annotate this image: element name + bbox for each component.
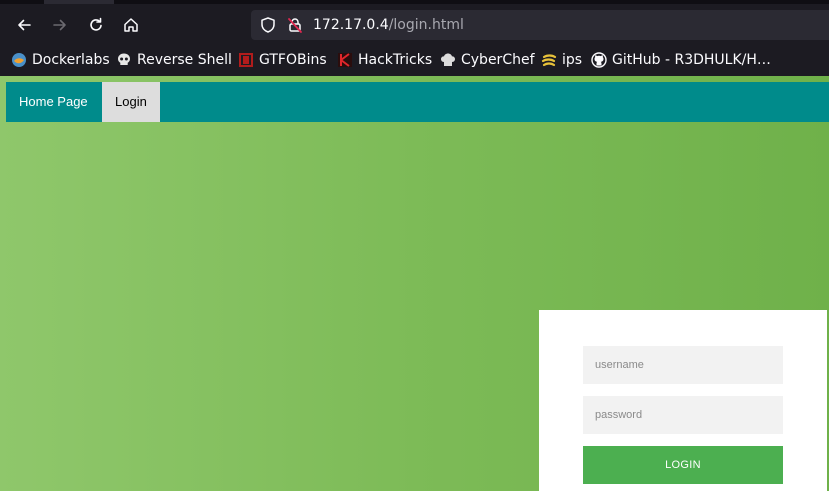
bookmarks-bar: Dockerlabs Reverse Shell GTFOBins HackTr…	[0, 44, 829, 76]
bookmark-label: GitHub - R3DHULK/H…	[612, 52, 771, 68]
ips-icon	[541, 52, 557, 68]
web-page: Home Page Login LOGIN	[0, 76, 829, 491]
nav-home-page[interactable]: Home Page	[6, 82, 102, 122]
reload-icon	[90, 17, 102, 31]
chef-hat-icon	[440, 52, 456, 68]
bookmark-label: HackTricks	[358, 52, 433, 68]
home-button[interactable]	[117, 12, 145, 38]
top-nav-bar: Home Page Login	[6, 82, 829, 122]
url-host: 172.17.0.4	[313, 17, 389, 33]
forward-button[interactable]	[46, 12, 74, 38]
login-button[interactable]: LOGIN	[583, 446, 783, 484]
url-bar[interactable]: 172.17.0.4/login.html	[251, 10, 829, 40]
bookmark-label: Reverse Shell	[137, 52, 232, 68]
bookmark-gtfobins[interactable]: GTFOBins	[238, 51, 327, 69]
gtfobins-icon	[238, 52, 254, 68]
password-field[interactable]	[583, 396, 783, 434]
reload-button[interactable]	[82, 12, 110, 38]
browser-toolbar: 172.17.0.4/login.html	[0, 4, 829, 44]
bookmark-cyberchef[interactable]: CyberChef	[440, 51, 535, 69]
hacktricks-icon	[337, 52, 353, 68]
bookmark-dockerlabs[interactable]: Dockerlabs	[11, 51, 110, 69]
dockerlabs-icon	[11, 52, 27, 68]
url-text[interactable]: 172.17.0.4/login.html	[313, 16, 464, 34]
username-field[interactable]	[583, 346, 783, 384]
back-arrow-icon	[18, 19, 31, 31]
bookmark-ips[interactable]: ips	[541, 51, 582, 69]
insecure-lock-icon[interactable]	[286, 16, 304, 34]
shield-icon[interactable]	[259, 16, 277, 34]
nav-login[interactable]: Login	[102, 82, 160, 122]
login-form: LOGIN	[539, 310, 827, 491]
skull-icon	[116, 52, 132, 68]
home-icon	[124, 18, 138, 32]
bookmark-reverse-shell[interactable]: Reverse Shell	[116, 51, 232, 69]
bookmark-hacktricks[interactable]: HackTricks	[337, 51, 432, 69]
back-button[interactable]	[10, 12, 38, 38]
bookmark-label: CyberChef	[461, 52, 535, 68]
bookmark-github[interactable]: GitHub - R3DHULK/H…	[591, 51, 771, 69]
url-path: /login.html	[388, 17, 464, 33]
forward-arrow-icon	[53, 19, 66, 31]
bookmark-label: GTFOBins	[259, 52, 327, 68]
bookmark-label: Dockerlabs	[32, 52, 110, 68]
bookmark-label: ips	[562, 52, 583, 68]
github-icon	[591, 52, 607, 68]
